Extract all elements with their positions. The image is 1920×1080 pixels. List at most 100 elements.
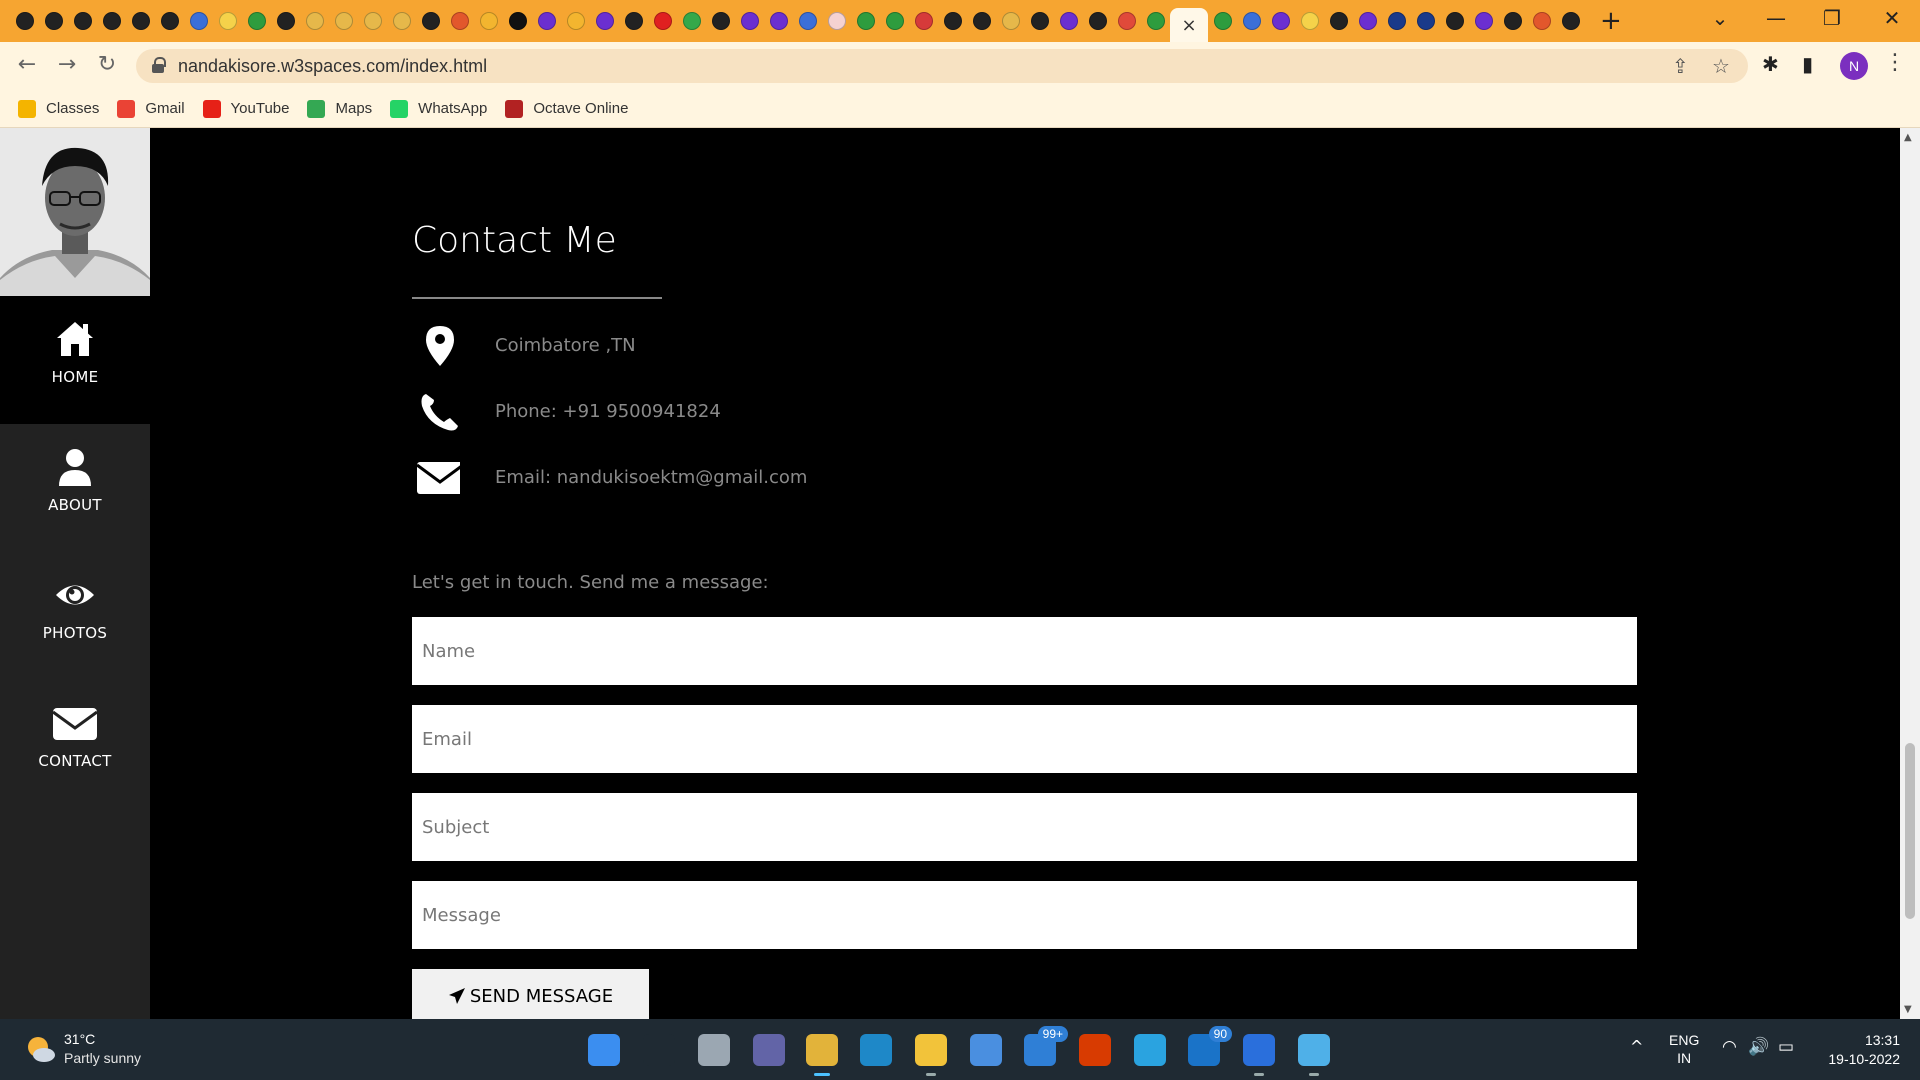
send-message-button[interactable]: SEND MESSAGE — [412, 969, 649, 1019]
name-field[interactable] — [412, 617, 1637, 685]
browser-tab[interactable] — [1266, 8, 1295, 34]
file-explorer-icon[interactable] — [915, 1034, 947, 1076]
show-hidden-icons-chevron-icon[interactable]: ^ — [1630, 1037, 1643, 1056]
page-scrollbar[interactable]: ▲ ▼ — [1900, 128, 1920, 1019]
message-field[interactable] — [412, 881, 1637, 949]
task-view-icon[interactable] — [698, 1034, 730, 1066]
browser-tab[interactable] — [213, 8, 242, 34]
search-icon[interactable] — [643, 1034, 675, 1066]
browser-tab[interactable] — [851, 8, 880, 34]
share-icon[interactable]: ⇪ — [1672, 54, 1689, 78]
scroll-up-icon[interactable]: ▲ — [1904, 132, 1912, 143]
url-text[interactable]: nandakisore.w3spaces.com/index.html — [178, 56, 487, 77]
notepad-icon[interactable] — [1298, 1034, 1330, 1076]
browser-tab[interactable] — [358, 8, 387, 34]
browser-tab[interactable] — [1440, 8, 1469, 34]
browser-tab[interactable] — [619, 8, 648, 34]
browser-tab[interactable] — [909, 8, 938, 34]
tab-close-icon[interactable]: × — [1181, 15, 1196, 36]
browser-tab[interactable] — [590, 8, 619, 34]
browser-tab[interactable] — [1054, 8, 1083, 34]
nav-home[interactable]: HOME — [0, 296, 150, 424]
restore-button[interactable]: ❐ — [1812, 6, 1852, 30]
browser-tab[interactable] — [329, 8, 358, 34]
browser-tab[interactable] — [764, 8, 793, 34]
browser-tab[interactable] — [416, 8, 445, 34]
browser-tab[interactable] — [1324, 8, 1353, 34]
browser-tab[interactable] — [1295, 8, 1324, 34]
browser-tab[interactable] — [387, 8, 416, 34]
bookmark-star-icon[interactable]: ☆ — [1712, 54, 1730, 78]
browser-tab[interactable] — [532, 8, 561, 34]
nav-about[interactable]: ABOUT — [0, 424, 150, 552]
weather-temperature[interactable]: 31°C — [64, 1031, 95, 1047]
browser-tab[interactable] — [503, 8, 532, 34]
browser-tab[interactable] — [793, 8, 822, 34]
side-panel-icon[interactable]: ▮ — [1802, 52, 1813, 76]
close-window-button[interactable]: ✕ — [1872, 6, 1912, 30]
browser-menu-icon[interactable]: ⋮ — [1884, 50, 1906, 75]
address-bar[interactable]: nandakisore.w3spaces.com/index.html ⇪ ☆ — [136, 49, 1748, 83]
mail-icon[interactable]: 99+ — [1024, 1026, 1068, 1066]
language-indicator[interactable]: ENG IN — [1669, 1031, 1699, 1067]
chrome-icon[interactable] — [806, 1034, 838, 1076]
browser-tab[interactable] — [677, 8, 706, 34]
teams-chat-icon[interactable] — [753, 1034, 785, 1066]
bookmark-youtube[interactable]: YouTube — [202, 99, 289, 118]
browser-tab[interactable] — [445, 8, 474, 34]
subject-field[interactable] — [412, 793, 1637, 861]
new-tab-button[interactable]: + — [1600, 8, 1622, 34]
bookmark-maps[interactable]: Maps — [307, 99, 372, 118]
browser-tab[interactable] — [97, 8, 126, 34]
browser-tab[interactable] — [1237, 8, 1266, 34]
browser-tab[interactable] — [735, 8, 764, 34]
browser-tab[interactable] — [938, 8, 967, 34]
tab-search-chevron-icon[interactable]: ⌄ — [1700, 6, 1740, 30]
browser-tab[interactable] — [126, 8, 155, 34]
browser-tab[interactable] — [155, 8, 184, 34]
store-icon[interactable] — [970, 1034, 1002, 1066]
browser-tab[interactable] — [1025, 8, 1054, 34]
browser-tab[interactable] — [39, 8, 68, 34]
telegram-icon[interactable] — [1134, 1034, 1166, 1066]
browser-tab[interactable] — [1469, 8, 1498, 34]
browser-tab[interactable] — [271, 8, 300, 34]
wifi-icon[interactable]: ◠ — [1722, 1037, 1737, 1057]
browser-tab[interactable] — [1208, 8, 1237, 34]
browser-tab[interactable] — [300, 8, 329, 34]
browser-tab[interactable] — [561, 8, 590, 34]
browser-tab[interactable] — [967, 8, 996, 34]
taskbar-clock[interactable]: 13:31 19-10-2022 — [1820, 1031, 1900, 1069]
extensions-icon[interactable]: ✱ — [1762, 52, 1779, 76]
browser-tab[interactable] — [242, 8, 271, 34]
edge-icon[interactable] — [860, 1034, 892, 1066]
browser-tab[interactable] — [1411, 8, 1440, 34]
start-icon[interactable] — [588, 1034, 620, 1066]
bookmark-classes[interactable]: Classes — [18, 99, 99, 118]
bookmark-gmail[interactable]: Gmail — [117, 99, 185, 118]
browser-tab[interactable] — [1556, 8, 1585, 34]
battery-icon[interactable]: ▭ — [1778, 1037, 1794, 1057]
browser-tab[interactable] — [68, 8, 97, 34]
lock-icon[interactable] — [152, 57, 166, 73]
back-button[interactable]: ← — [12, 52, 42, 77]
browser-tab[interactable] — [706, 8, 735, 34]
browser-tab[interactable] — [1382, 8, 1411, 34]
browser-tab[interactable] — [474, 8, 503, 34]
bookmark-octave-online[interactable]: Octave Online — [505, 99, 628, 118]
volume-icon[interactable]: 🔊 — [1748, 1037, 1769, 1057]
reload-button[interactable]: ↻ — [92, 52, 122, 77]
browser-tab[interactable] — [996, 8, 1025, 34]
office-icon[interactable] — [1079, 1034, 1111, 1066]
browser-tab[interactable] — [1141, 8, 1170, 34]
scroll-down-icon[interactable]: ▼ — [1904, 1004, 1912, 1015]
minimize-button[interactable]: — — [1756, 6, 1796, 30]
email-field[interactable] — [412, 705, 1637, 773]
bookmark-whatsapp[interactable]: WhatsApp — [390, 99, 487, 118]
nav-contact[interactable]: CONTACT — [0, 680, 150, 808]
browser-tab[interactable] — [1112, 8, 1141, 34]
browser-tab[interactable] — [1527, 8, 1556, 34]
browser-tab[interactable] — [648, 8, 677, 34]
scroll-thumb[interactable] — [1905, 743, 1915, 919]
partly-sunny-icon[interactable] — [24, 1033, 56, 1065]
